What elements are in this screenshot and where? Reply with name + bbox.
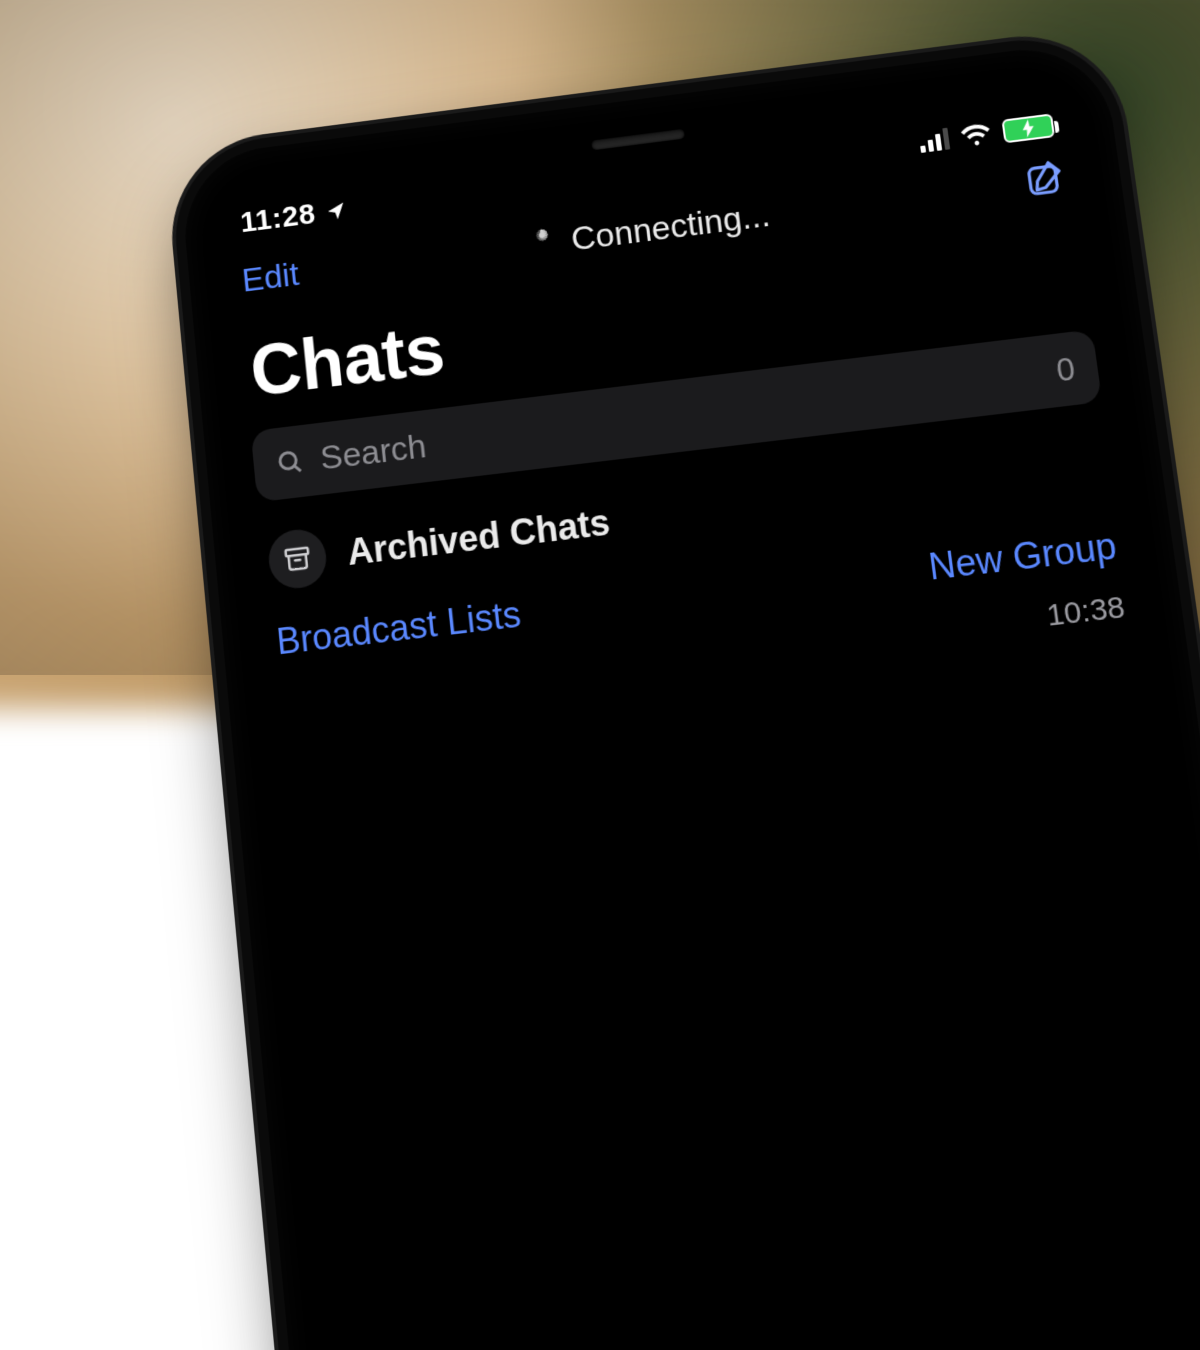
compose-icon bbox=[1021, 156, 1067, 201]
stage: 11:28 bbox=[0, 0, 1200, 675]
edit-button[interactable]: Edit bbox=[240, 256, 300, 301]
battery-charging-icon bbox=[1001, 113, 1055, 143]
status-time: 11:28 bbox=[239, 198, 317, 240]
archive-box-icon bbox=[266, 527, 329, 592]
status-bar-right bbox=[918, 113, 1055, 154]
search-icon bbox=[274, 446, 306, 479]
search-trailing-value: 0 bbox=[1054, 350, 1077, 389]
compose-button[interactable] bbox=[1021, 156, 1068, 205]
status-bar-left: 11:28 bbox=[239, 194, 348, 240]
phone-screen: 11:28 bbox=[197, 59, 1200, 1350]
archived-chats-label: Archived Chats bbox=[346, 501, 613, 574]
spinner-icon bbox=[527, 227, 560, 260]
phone-frame: 11:28 bbox=[178, 39, 1200, 1350]
chat-item-time: 10:38 bbox=[1045, 590, 1128, 634]
mute-switch bbox=[183, 402, 197, 472]
charging-bolt-icon bbox=[1020, 119, 1037, 138]
cellular-signal-icon bbox=[918, 128, 950, 153]
location-arrow-icon bbox=[324, 200, 347, 224]
volume-up-button bbox=[192, 500, 211, 620]
wifi-icon bbox=[959, 122, 992, 147]
